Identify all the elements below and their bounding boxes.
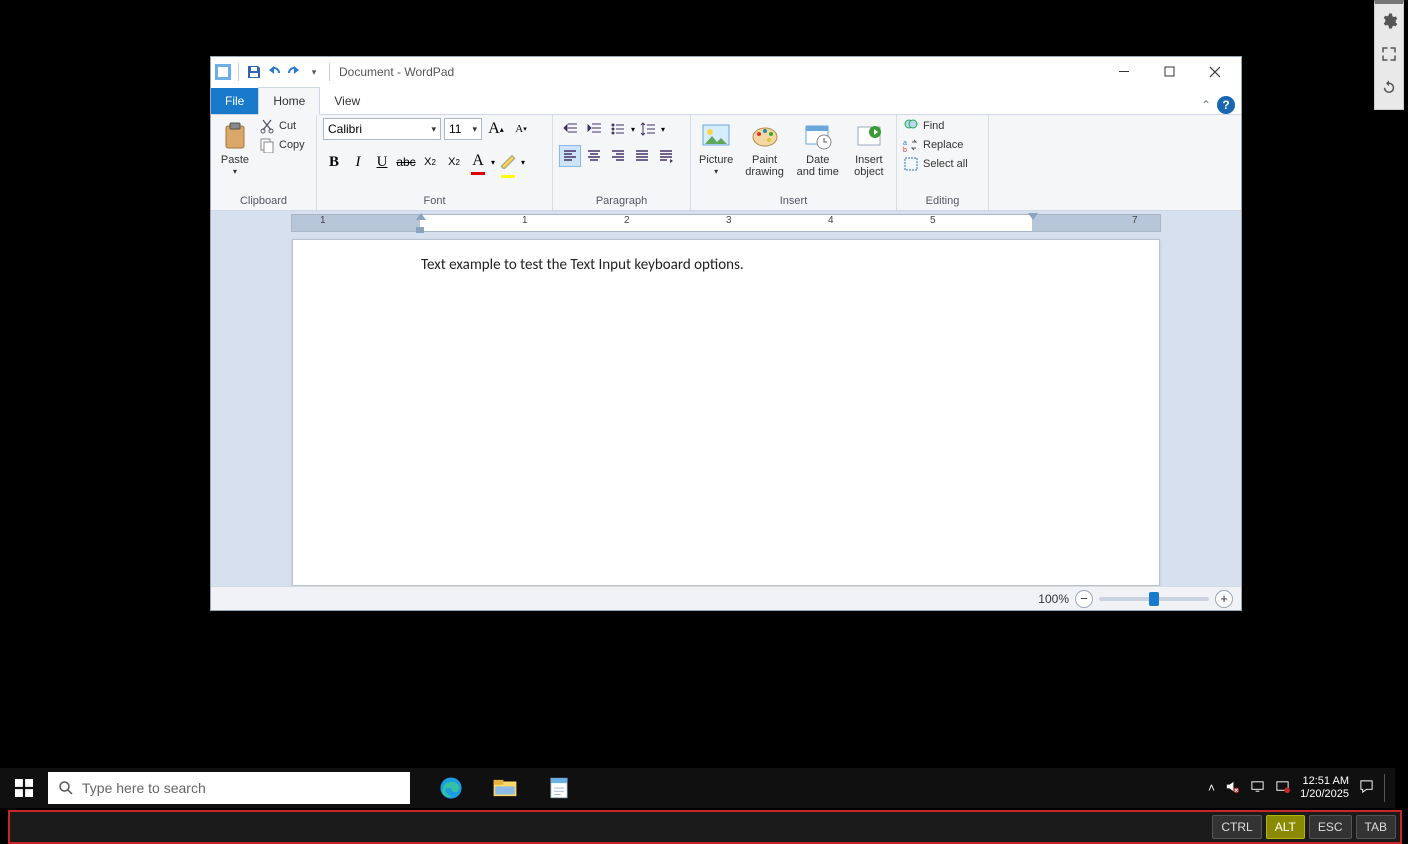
group-label-clipboard: Clipboard <box>217 193 310 210</box>
date-time-button[interactable]: Date and time <box>794 118 842 180</box>
bold-button[interactable]: B <box>323 151 345 173</box>
action-center-icon[interactable] <box>1359 779 1374 797</box>
group-insert: Picture▾ Paint drawing Date and time Ins… <box>691 115 897 210</box>
maximize-button[interactable] <box>1147 57 1192 87</box>
replace-button[interactable]: ab Replace <box>903 137 968 153</box>
italic-button[interactable]: I <box>347 151 369 173</box>
select-all-button[interactable]: Select all <box>903 156 968 172</box>
wordpad-taskbar-icon[interactable] <box>546 775 572 801</box>
zoom-value: 100% <box>1038 592 1069 606</box>
ruler[interactable]: 1 1 2 3 4 5 7 <box>211 211 1241 235</box>
wordpad-window: ▾ Document - WordPad File Home View ⌃ ? … <box>210 56 1242 611</box>
ribbon-tabs: File Home View ⌃ ? <box>211 87 1241 115</box>
paste-label: Paste <box>221 154 249 166</box>
system-tray: ˄ 12:51 AM 1/20/2025 <box>1208 774 1395 802</box>
shrink-font-icon[interactable]: A▾ <box>510 118 532 140</box>
group-label-insert: Insert <box>697 193 890 210</box>
font-size-combo[interactable]: 11▾ <box>444 118 482 140</box>
bullets-icon[interactable] <box>607 118 629 140</box>
edge-icon[interactable] <box>438 775 464 801</box>
paint-drawing-button[interactable]: Paint drawing <box>741 118 788 180</box>
tray-overflow-icon[interactable]: ˄ <box>1208 781 1215 795</box>
line-spacing-icon[interactable] <box>637 118 659 140</box>
window-title: Document - WordPad <box>339 65 454 79</box>
subscript-button[interactable]: X2 <box>419 151 441 173</box>
highlight-button[interactable] <box>497 151 519 173</box>
key-alt[interactable]: ALT <box>1266 815 1305 839</box>
strikethrough-button[interactable]: abc <box>395 151 417 173</box>
group-clipboard: Paste ▾ Cut Copy Clipboard <box>211 115 317 210</box>
network-icon[interactable] <box>1250 779 1265 797</box>
search-icon <box>58 780 74 796</box>
document-page[interactable]: Text example to test the Text Input keyb… <box>292 239 1160 586</box>
group-label-editing: Editing <box>903 193 982 210</box>
zoom-in-button[interactable]: + <box>1215 590 1233 608</box>
svg-text:b: b <box>903 147 907 153</box>
close-button[interactable] <box>1192 57 1237 87</box>
zoom-out-button[interactable]: − <box>1075 590 1093 608</box>
justify-icon[interactable] <box>631 145 653 167</box>
refresh-icon[interactable] <box>1380 78 1398 101</box>
search-placeholder: Type here to search <box>82 780 206 796</box>
tab-home[interactable]: Home <box>258 87 320 115</box>
start-button[interactable] <box>0 768 48 808</box>
align-center-icon[interactable] <box>583 145 605 167</box>
undo-icon[interactable] <box>266 64 282 80</box>
key-tab[interactable]: TAB <box>1356 815 1396 839</box>
decrease-indent-icon[interactable] <box>559 118 581 140</box>
app-icon <box>215 64 231 80</box>
taskbar-search[interactable]: Type here to search <box>48 772 410 804</box>
clock-time: 12:51 AM <box>1303 775 1349 788</box>
help-button[interactable]: ? <box>1217 96 1235 114</box>
qat-dropdown-icon[interactable]: ▾ <box>306 64 322 80</box>
paste-button[interactable]: Paste ▾ <box>217 118 253 179</box>
font-family-combo[interactable]: Calibri▾ <box>323 118 441 140</box>
virtual-key-strip: CTRL ALT ESC TAB <box>8 810 1402 844</box>
file-explorer-icon[interactable] <box>492 775 518 801</box>
font-color-button[interactable]: A <box>467 151 489 173</box>
key-ctrl[interactable]: CTRL <box>1212 815 1261 839</box>
collapse-ribbon-icon[interactable]: ⌃ <box>1201 98 1211 112</box>
security-icon[interactable] <box>1275 779 1290 797</box>
zoom-slider[interactable] <box>1099 597 1209 601</box>
group-editing: Find ab Replace Select all Editing <box>897 115 989 210</box>
grow-font-icon[interactable]: A▴ <box>485 118 507 140</box>
align-right-icon[interactable] <box>607 145 629 167</box>
taskbar: Type here to search ˄ 12:51 AM 1/20/2025 <box>0 768 1395 808</box>
key-esc[interactable]: ESC <box>1309 815 1352 839</box>
volume-icon[interactable] <box>1225 779 1240 797</box>
align-left-icon[interactable] <box>559 145 581 167</box>
group-label-paragraph: Paragraph <box>559 193 684 210</box>
minimize-button[interactable] <box>1102 57 1147 87</box>
tab-view[interactable]: View <box>320 88 374 114</box>
picture-button[interactable]: Picture▾ <box>697 118 735 179</box>
group-paragraph: ▾ ▾ Paragraph <box>553 115 691 210</box>
fullscreen-icon[interactable] <box>1380 45 1398 68</box>
superscript-button[interactable]: X2 <box>443 151 465 173</box>
remote-control-panel <box>1374 0 1404 110</box>
group-label-font: Font <box>323 193 546 210</box>
document-text[interactable]: Text example to test the Text Input keyb… <box>421 256 1031 274</box>
redo-icon[interactable] <box>286 64 302 80</box>
tab-file[interactable]: File <box>211 88 258 114</box>
gear-icon[interactable] <box>1380 12 1398 35</box>
underline-button[interactable]: U <box>371 151 393 173</box>
status-bar: 100% − + <box>211 586 1241 610</box>
ribbon: Paste ▾ Cut Copy Clipboard <box>211 115 1241 211</box>
clock-date: 1/20/2025 <box>1300 788 1349 801</box>
svg-text:a: a <box>903 140 907 147</box>
group-font: Calibri▾ 11▾ A▴ A▾ B I U abc X2 X2 A ▾ ▾ <box>317 115 553 210</box>
insert-object-button[interactable]: Insert object <box>848 118 890 180</box>
increase-indent-icon[interactable] <box>583 118 605 140</box>
paragraph-dialog-icon[interactable] <box>655 145 677 167</box>
save-icon[interactable] <box>246 64 262 80</box>
clock[interactable]: 12:51 AM 1/20/2025 <box>1300 775 1349 800</box>
find-button[interactable]: Find <box>903 118 968 134</box>
copy-button[interactable]: Copy <box>259 137 305 153</box>
title-bar[interactable]: ▾ Document - WordPad <box>211 57 1241 87</box>
document-area: 1 1 2 3 4 5 7 Text example to test the T… <box>211 211 1241 586</box>
cut-button[interactable]: Cut <box>259 118 305 134</box>
